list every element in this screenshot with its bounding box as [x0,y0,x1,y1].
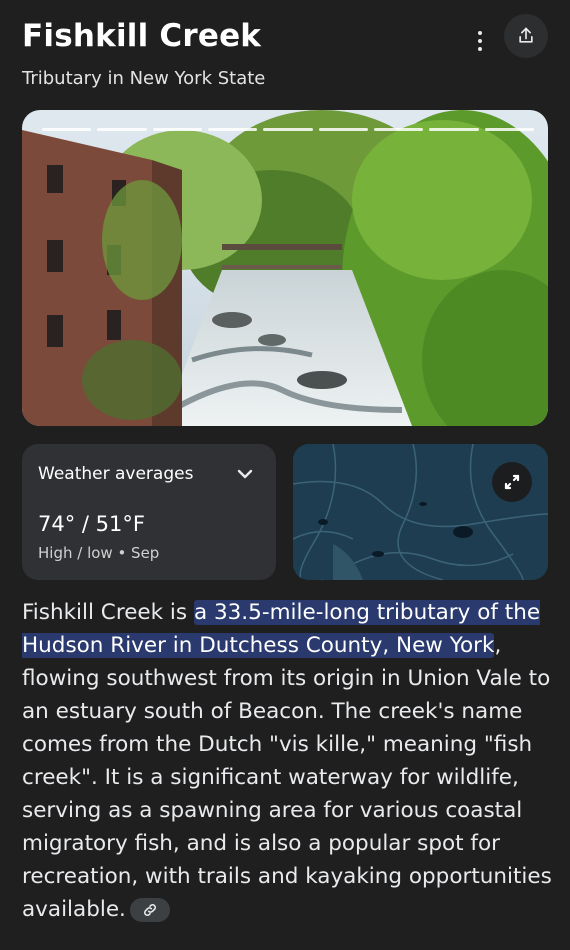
header: Fishkill Creek Tributary in New York Sta… [22,14,548,98]
link-icon [143,904,156,916]
temperature-value: 74° / 51°F [38,512,145,536]
weather-label: Weather averages [38,464,194,484]
description-text: Fishkill Creek is a 33.5-mile-long tribu… [22,596,552,926]
more-vert-icon [478,29,482,53]
source-link-button[interactable] [129,898,170,922]
share-icon [519,27,533,43]
expand-icon [504,474,520,490]
temperature-sub: High / low • Sep [38,544,160,562]
hero-image-carousel[interactable] [22,110,548,426]
creek-photo [22,110,548,426]
page-title: Fishkill Creek [22,18,262,54]
expand-map-button[interactable] [492,462,532,502]
more-options-button[interactable] [467,28,493,54]
weather-averages-card[interactable]: Weather averages 74° / 51°F High / low •… [22,444,276,580]
carousel-progress [42,128,534,131]
share-button[interactable] [504,14,548,58]
chevron-down-icon[interactable] [236,468,254,480]
description-rest: , flowing southwest from its origin in U… [22,633,552,922]
description-lead: Fishkill Creek is [22,600,194,625]
map-thumbnail[interactable] [293,444,548,580]
page-subtitle: Tributary in New York State [22,68,266,89]
